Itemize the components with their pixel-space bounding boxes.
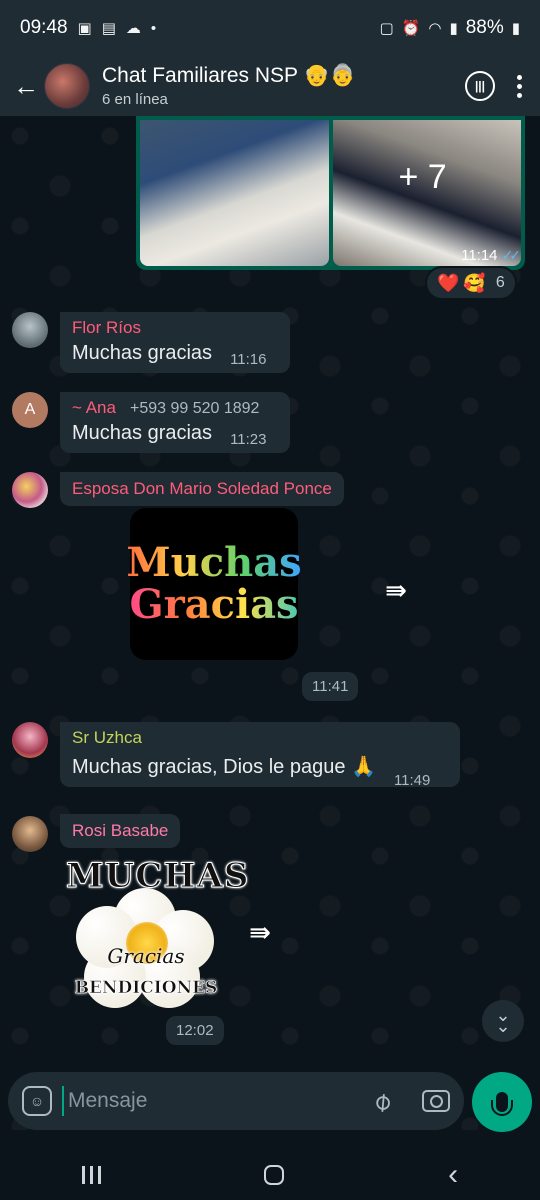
more-options-icon[interactable] <box>517 74 522 98</box>
avatar[interactable] <box>12 816 48 852</box>
sender-phone: +593 99 520 1892 <box>129 400 260 417</box>
chat-info[interactable]: Chat Familiares NSP 👴👵 6 en línea <box>102 64 356 108</box>
online-count: 6 en línea <box>102 91 168 108</box>
sticker-time: 11:41 <box>302 672 359 701</box>
notification-dot-icon: • <box>150 19 157 37</box>
call-status-icon: ▤ <box>101 20 116 37</box>
chat-header: ← Chat Familiares NSP 👴👵 6 en línea ||| <box>0 56 540 116</box>
sticker-icon[interactable]: ☺ <box>22 1086 52 1116</box>
media-album-bubble[interactable]: + 7 11:14 ✓✓ <box>136 116 525 270</box>
more-photos-count: + 7 <box>398 158 447 196</box>
sticker-muchas-gracias-bendiciones[interactable]: MUCHAS Gracias BENDICIONES <box>66 856 249 1008</box>
sticker-line: Muchas <box>126 539 302 586</box>
heart-reaction-icon: ❤️ <box>437 272 460 293</box>
sticker-line: BENDICIONES <box>74 978 218 999</box>
mic-icon[interactable] <box>472 1072 532 1132</box>
scroll-down-icon[interactable]: ⌄ ⌄ <box>482 1000 524 1042</box>
sender-name[interactable]: ~ Ana +593 99 520 1892 <box>72 398 278 418</box>
sender-name[interactable]: Esposa Don Mario Soledad Ponce <box>60 472 344 506</box>
album-photo-more[interactable]: + 7 <box>332 120 521 266</box>
album-photo[interactable] <box>140 120 329 266</box>
status-right: ▢ ⏰ ◠ ▮ 88% ▮ <box>379 17 520 39</box>
avatar[interactable]: A <box>12 392 48 428</box>
message-bubble[interactable]: Sr Uzhca Muchas gracias, Dios le pague 🙏… <box>60 722 460 789</box>
avatar[interactable] <box>12 472 48 508</box>
sticker-line: Gracias <box>129 581 299 628</box>
forward-icon[interactable]: ⇛ <box>240 912 280 952</box>
message-composer: ☺ ⌀ <box>0 1060 540 1150</box>
sticker-line: Gracias <box>107 944 185 968</box>
alarm-icon: ⏰ <box>401 20 421 37</box>
message-time: 11:16 <box>230 351 267 368</box>
message-time: 11:49 <box>393 772 431 789</box>
voice-call-icon[interactable]: ||| <box>465 71 495 101</box>
input-box: ☺ ⌀ <box>8 1072 464 1130</box>
sticker-time: 12:02 <box>166 1016 224 1045</box>
reaction-count: 6 <box>495 274 505 291</box>
message-text: Muchas gracias, Dios le pague 🙏 <box>72 756 376 778</box>
avatar[interactable] <box>12 312 48 348</box>
lock-icon: ▢ <box>379 20 394 37</box>
back-arrow-icon[interactable]: ← <box>4 64 48 108</box>
status-time: 09:48 <box>20 17 68 38</box>
wifi-icon: ◠ <box>428 20 442 37</box>
message-text: Muchas gracias <box>72 342 213 364</box>
header-actions: ||| <box>465 71 522 101</box>
gallery-icon: ▣ <box>77 20 92 37</box>
sender-name[interactable]: Rosi Basabe <box>60 814 181 848</box>
camera-icon[interactable] <box>422 1090 450 1112</box>
status-left: 09:48 ▣ ▤ ☁ • <box>20 17 156 39</box>
status-bar: 09:48 ▣ ▤ ☁ • ▢ ⏰ ◠ ▮ 88% ▮ <box>0 0 540 56</box>
recent-apps-icon[interactable] <box>81 1166 101 1184</box>
message-text: Muchas gracias <box>72 422 213 444</box>
system-nav-bar: ‹ <box>0 1150 540 1200</box>
chat-area[interactable]: + 7 11:14 ✓✓ ❤️ 🥰 6 Flor Ríos Muchas gra… <box>0 116 540 1130</box>
forward-icon[interactable]: ⇛ <box>376 570 416 610</box>
chat-title: Chat Familiares NSP 👴👵 <box>102 64 356 87</box>
battery-level: 88% <box>465 17 504 38</box>
reactions-badge[interactable]: ❤️ 🥰 6 <box>425 266 517 300</box>
avatar[interactable] <box>12 722 48 758</box>
message-time: 11:23 <box>230 431 267 448</box>
signal-icon: ▮ <box>449 20 458 37</box>
media-timestamp: 11:14 ✓✓ <box>461 247 522 264</box>
cloud-icon: ☁ <box>125 20 141 37</box>
double-check-icon: ✓✓ <box>501 247 522 263</box>
system-back-icon[interactable]: ‹ <box>448 1160 458 1190</box>
sender-name[interactable]: Sr Uzhca <box>72 728 448 748</box>
message-input[interactable] <box>62 1086 367 1116</box>
battery-icon: ▮ <box>511 20 520 37</box>
sticker-muchas-gracias[interactable]: Muchas Gracias <box>126 508 302 660</box>
message-bubble[interactable]: Flor Ríos Muchas gracias 11:16 <box>60 312 290 373</box>
group-avatar[interactable] <box>44 63 90 109</box>
smile-hearts-reaction-icon: 🥰 <box>463 272 486 293</box>
attach-icon[interactable]: ⌀ <box>366 1084 398 1118</box>
home-icon[interactable] <box>264 1165 285 1185</box>
sender-name[interactable]: Flor Ríos <box>72 318 278 338</box>
message-bubble[interactable]: ~ Ana +593 99 520 1892 Muchas gracias 11… <box>60 392 290 453</box>
